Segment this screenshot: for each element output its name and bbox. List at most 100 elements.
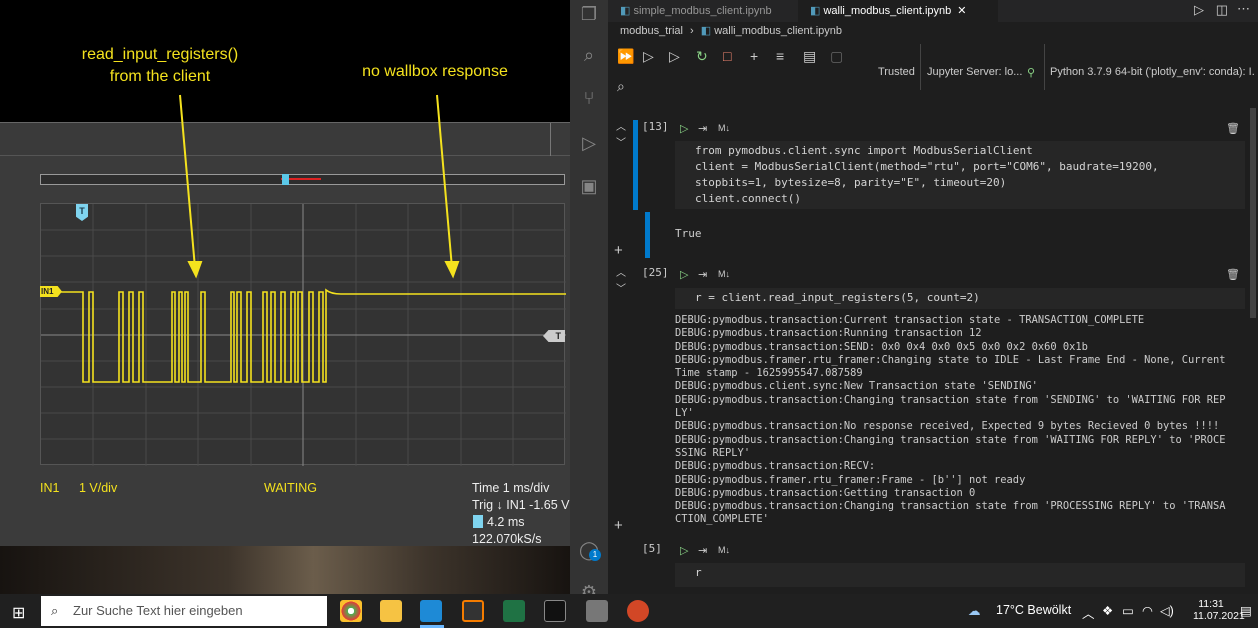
kernel-picker[interactable]: Python 3.7.9 64-bit ('plotly_env': conda… — [1050, 66, 1255, 78]
add-cell-icon[interactable]: + — [750, 48, 758, 64]
interrupt-icon[interactable]: □ — [723, 48, 731, 64]
jupyter-icon[interactable] — [462, 600, 484, 622]
trigger-setting: Trig ↓ IN1 -1.65 V — [472, 498, 570, 512]
run-by-line-icon[interactable]: ⇥ — [698, 122, 707, 135]
move-down-icon[interactable]: ﹀ — [616, 134, 626, 149]
run-all-icon[interactable]: ⏩ — [617, 48, 634, 65]
acquisition-state: WAITING — [264, 481, 318, 495]
cell-focus-bar — [633, 120, 638, 210]
restart-kernel-icon[interactable]: ↻ — [696, 48, 708, 65]
search-placeholder: Zur Suche Text hier eingeben — [73, 603, 243, 618]
accounts-badge: 1 — [589, 549, 601, 561]
run-below-icon[interactable]: ▷ — [669, 48, 680, 65]
cell-language[interactable]: M↓ — [718, 269, 730, 279]
run-by-line-icon[interactable]: ⇥ — [698, 544, 707, 557]
run-cell-icon[interactable]: ▷ — [680, 268, 688, 281]
channel-marker[interactable]: IN1 — [40, 286, 62, 297]
battery-icon[interactable]: ▭ — [1122, 603, 1134, 618]
tab-label: simple_modbus_client.ipynb — [633, 5, 772, 17]
run-cell-icon[interactable]: ▷ — [680, 122, 688, 135]
jupyter-server-status[interactable]: Jupyter Server: lo... — [927, 66, 1022, 78]
taskbar-search-input[interactable]: ⌕ Zur Suche Text hier eingeben — [41, 596, 327, 626]
run-cell-icon[interactable]: ▷ — [680, 544, 688, 557]
vertical-scale: 1 V/div — [79, 481, 118, 495]
delete-cell-icon[interactable]: 🗑 — [1226, 122, 1240, 135]
trigger-delay: 4.2 ms — [487, 515, 525, 529]
file-explorer-icon[interactable] — [380, 600, 402, 622]
cell-language[interactable]: M↓ — [718, 545, 730, 555]
move-up-icon[interactable]: ︿ — [616, 118, 626, 133]
run-above-icon[interactable]: ▷ — [643, 48, 654, 65]
breadcrumb-file[interactable]: walli_modbus_client.ipynb — [714, 25, 842, 37]
insert-cell-icon[interactable]: + — [614, 517, 623, 534]
code-line: from pymodbus.client.sync import ModbusS… — [695, 144, 1033, 157]
excel-icon[interactable] — [503, 600, 525, 622]
powerpoint-icon[interactable] — [627, 600, 649, 622]
code-line: client.connect() — [695, 192, 801, 205]
wifi-icon[interactable]: ◠ — [1142, 603, 1153, 618]
network-app-icon[interactable] — [586, 600, 608, 622]
save-icon[interactable]: ▢ — [830, 48, 843, 65]
code-line: r — [695, 566, 702, 579]
move-up-icon[interactable]: ︿ — [616, 264, 626, 279]
explorer-icon[interactable]: ❐ — [579, 4, 599, 24]
trusted-status[interactable]: Trusted — [878, 66, 915, 78]
weather-icon[interactable]: ☁ — [968, 603, 981, 618]
timebase: Time 1 ms/div — [472, 481, 550, 495]
run-notebook-icon[interactable]: ▷ — [1194, 2, 1204, 18]
move-down-icon[interactable]: ﹀ — [616, 280, 626, 295]
run-by-line-icon[interactable]: ⇥ — [698, 268, 707, 281]
outline-icon[interactable]: ⌕ — [617, 78, 625, 95]
editor-scrollbar[interactable] — [1250, 108, 1256, 318]
breadcrumb-folder[interactable]: modbus_trial — [620, 25, 683, 37]
windows-start-icon[interactable]: ⊞ — [12, 603, 25, 623]
output-focus-bar — [645, 212, 650, 258]
extensions-icon[interactable]: ▣ — [579, 176, 599, 196]
volume-icon[interactable]: ◁) — [1160, 603, 1174, 618]
code-line: stopbits=1, bytesize=8, parity="E", time… — [695, 176, 1007, 189]
cell-25-output: DEBUG:pymodbus.transaction:Current trans… — [675, 314, 1226, 526]
clock[interactable]: 11:31 11.07.2021 — [1193, 598, 1245, 622]
delay-icon — [473, 515, 483, 528]
server-connected-icon: ⚲ — [1027, 67, 1036, 79]
code-cell-13[interactable]: from pymodbus.client.sync import ModbusS… — [675, 141, 1245, 209]
tab-simple-modbus-client[interactable]: ◧ simple_modbus_client.ipynb — [608, 0, 788, 22]
weather-status[interactable]: 17°C Bewölkt — [996, 603, 1071, 617]
execution-count: [5] — [642, 542, 662, 555]
dropbox-icon[interactable]: ❖ — [1102, 603, 1113, 618]
vscode-icon[interactable] — [420, 600, 442, 622]
code-line: client = ModbusSerialClient(method="rtu"… — [695, 160, 1159, 173]
code-line: r = client.read_input_registers(5, count… — [695, 291, 980, 304]
split-editor-icon[interactable]: ◫ — [1216, 2, 1228, 18]
channel-label: IN1 — [40, 481, 60, 495]
clock-time: 11:31 — [1198, 598, 1224, 610]
more-actions-icon[interactable]: ⋯ — [1237, 1, 1250, 17]
delete-cell-icon[interactable]: 🗑 — [1226, 268, 1240, 281]
insert-cell-icon[interactable]: + — [614, 242, 623, 259]
tray-expand-icon[interactable]: ︿ — [1082, 603, 1095, 622]
source-control-icon[interactable]: ⑂ — [579, 88, 599, 108]
vscode-window: ❐ ⌕ ⑂ ▷ ▣ ◯ 1 ⚙ ◧ simple_modbus_client.i… — [570, 0, 1258, 602]
oscilloscope-panel: read_input_registers() from the client n… — [0, 0, 570, 594]
execution-count: [13] — [642, 120, 669, 133]
editor-tabs: ◧ simple_modbus_client.ipynb ◧ walli_mod… — [608, 0, 1258, 22]
breadcrumb: modbus_trial › ◧ walli_modbus_client.ipy… — [620, 25, 843, 37]
tab-label: walli_modbus_client.ipynb — [823, 5, 952, 17]
close-tab-icon[interactable]: ✕ — [957, 5, 966, 17]
sample-rate: 122.070kS/s — [472, 532, 542, 546]
activity-bar: ❐ ⌕ ⑂ ▷ ▣ ◯ 1 ⚙ — [570, 0, 608, 602]
execution-count: [25] — [642, 266, 669, 279]
search-icon[interactable]: ⌕ — [579, 45, 599, 65]
code-cell-5[interactable]: r — [675, 563, 1245, 587]
notifications-icon[interactable]: ▤ — [1240, 603, 1252, 618]
clear-outputs-icon[interactable]: ≡ — [776, 48, 784, 64]
clock-date: 11.07.2021 — [1193, 610, 1245, 622]
terminal-icon[interactable] — [544, 600, 566, 622]
code-cell-25[interactable]: r = client.read_input_registers(5, count… — [675, 288, 1245, 309]
variables-icon[interactable]: ▤ — [803, 48, 816, 65]
chrome-icon[interactable] — [340, 600, 362, 622]
tab-walli-modbus-client[interactable]: ◧ walli_modbus_client.ipynb ✕ — [798, 0, 998, 22]
run-debug-icon[interactable]: ▷ — [579, 133, 599, 153]
search-icon: ⌕ — [51, 603, 59, 618]
cell-language[interactable]: M↓ — [718, 123, 730, 133]
